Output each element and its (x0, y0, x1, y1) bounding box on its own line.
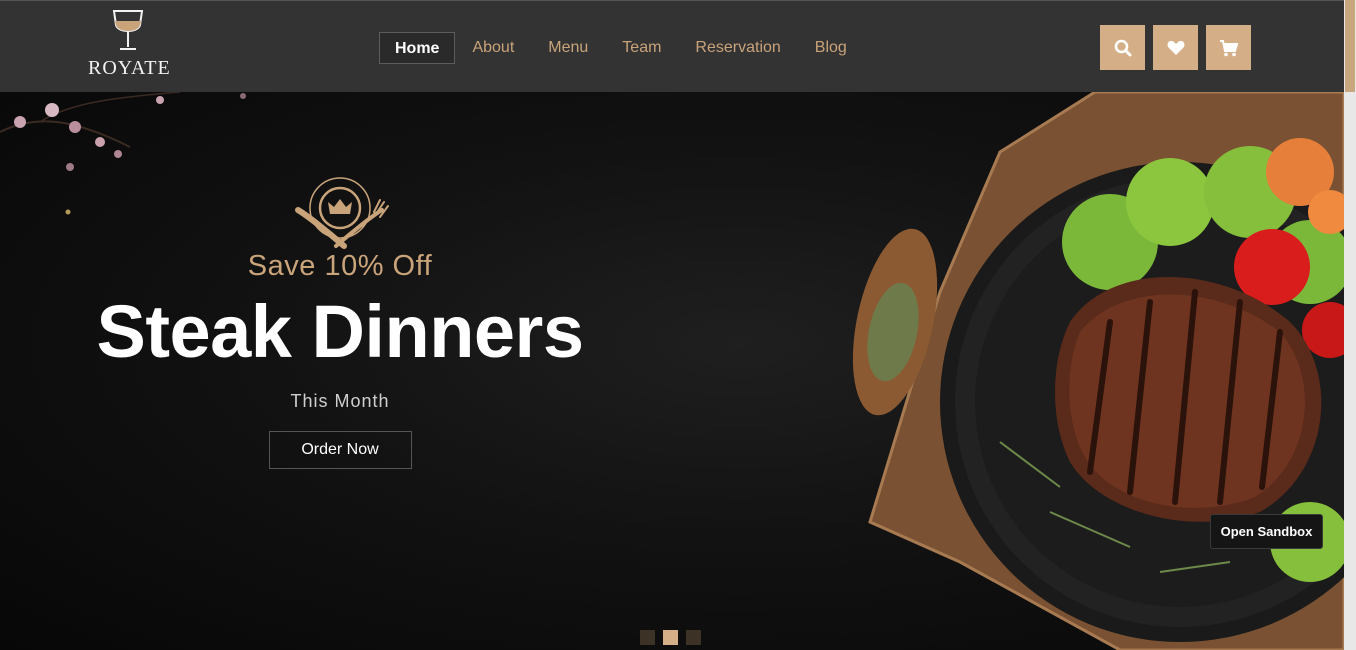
tomato-decoration (1234, 229, 1310, 305)
hero-slider: Save 10% Off Steak Dinners This Month Or… (0, 92, 1344, 650)
nav-item-team[interactable]: Team (605, 32, 678, 64)
site-header: ROYATE Home About Menu Team Reservation … (0, 0, 1344, 92)
slider-dot-1[interactable] (640, 630, 655, 645)
brand-logo[interactable]: ROYATE (88, 9, 171, 85)
cart-icon (1219, 39, 1238, 56)
hero-content: Save 10% Off Steak Dinners This Month Or… (80, 172, 600, 469)
nav-item-about[interactable]: About (455, 32, 531, 64)
header-actions (1100, 25, 1251, 70)
open-sandbox-button[interactable]: Open Sandbox (1210, 514, 1323, 549)
cart-button[interactable] (1206, 25, 1251, 70)
hero-subline: This Month (290, 391, 390, 411)
nav-item-menu[interactable]: Menu (531, 32, 605, 64)
crown-cutlery-icon (295, 177, 389, 249)
nav-item-home[interactable]: Home (379, 32, 456, 64)
search-icon (1114, 39, 1131, 56)
slider-dot-2[interactable] (663, 630, 678, 645)
page-scrollbar[interactable] (1344, 0, 1356, 650)
scrollbar-thumb[interactable] (1345, 0, 1355, 92)
main-nav: Home About Menu Team Reservation Blog (379, 32, 864, 64)
slider-dots (640, 630, 701, 645)
slider-dot-3[interactable] (686, 630, 701, 645)
brand-name: ROYATE (88, 57, 171, 79)
order-now-button[interactable]: Order Now (268, 431, 412, 469)
offer-text: Save 10% Off (247, 250, 433, 282)
wine-glass-icon (112, 10, 144, 50)
wishlist-button[interactable] (1153, 25, 1198, 70)
hero-headline: Steak Dinners (96, 290, 584, 373)
nav-item-blog[interactable]: Blog (798, 32, 864, 64)
nav-item-reservation[interactable]: Reservation (678, 32, 797, 64)
search-button[interactable] (1100, 25, 1145, 70)
heart-icon (1167, 40, 1184, 55)
